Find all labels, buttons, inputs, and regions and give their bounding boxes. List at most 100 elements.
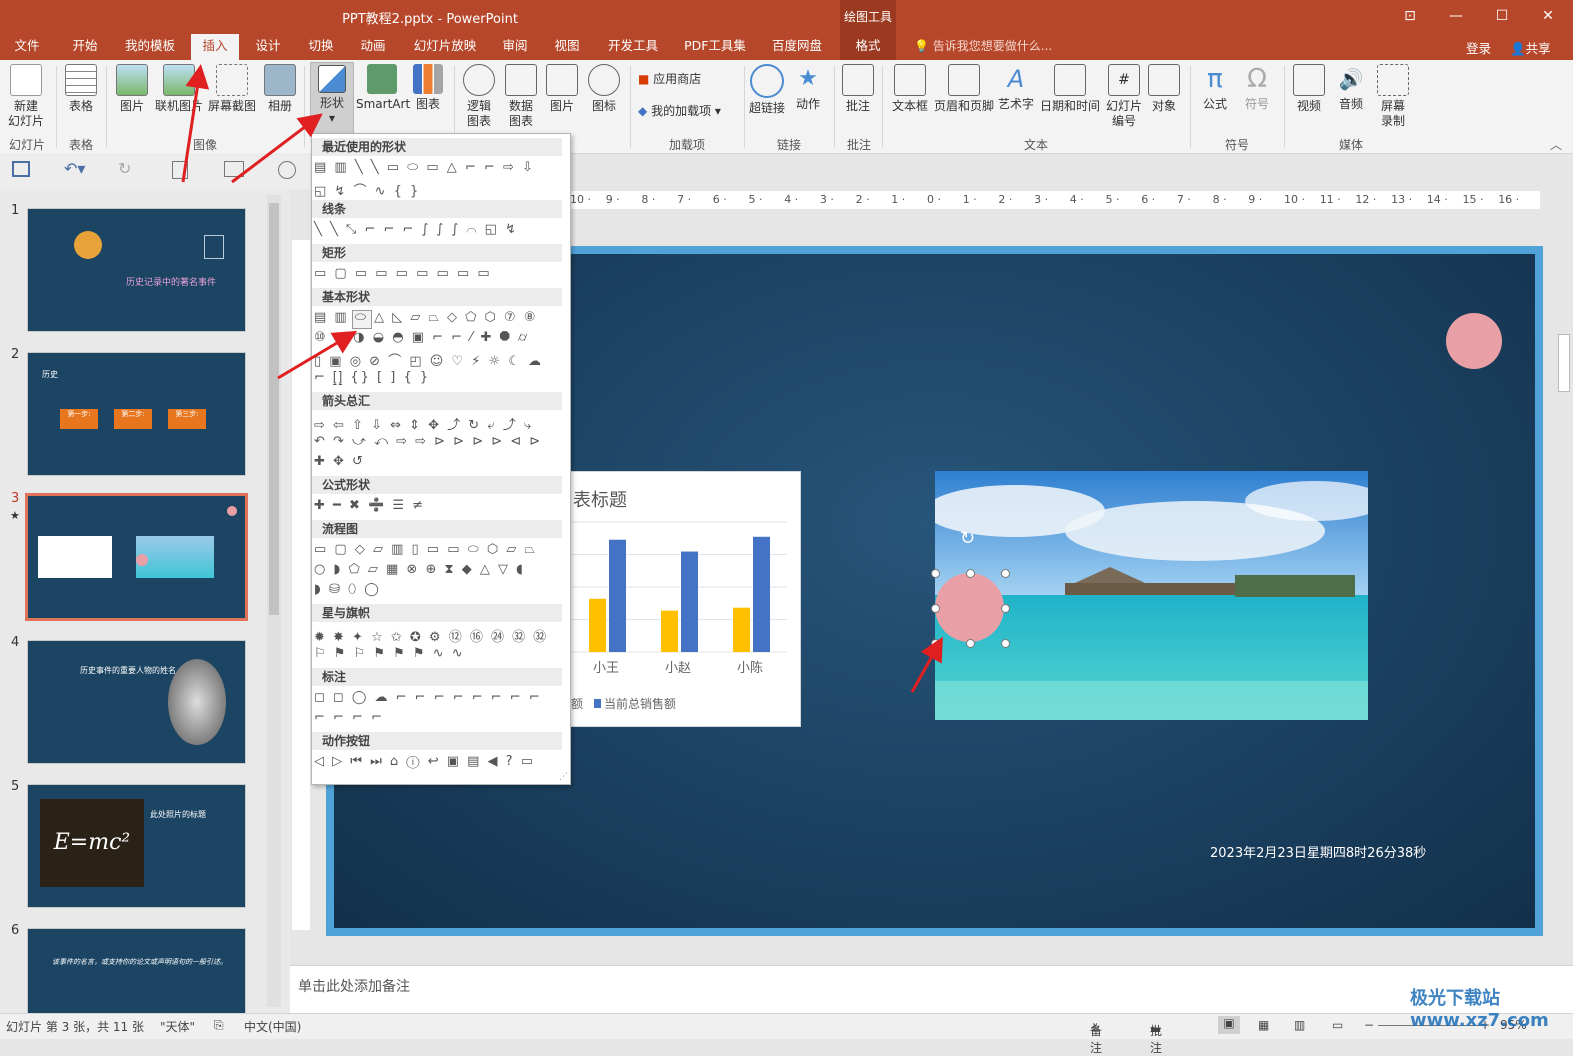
resize-handle[interactable] — [1001, 569, 1010, 578]
spellcheck-icon[interactable]: ⎘ — [214, 1018, 224, 1033]
resize-handle[interactable] — [931, 569, 940, 578]
data-chart-button[interactable]: 数据 图表 — [502, 64, 540, 129]
maximize-icon[interactable]: ☐ — [1479, 0, 1525, 32]
close-icon[interactable]: ✕ — [1525, 0, 1571, 32]
wordart-button[interactable]: A 艺术字 — [996, 64, 1036, 112]
shapes-row[interactable]: ⑩ ◔ ◑ ◒ ◓ ▣ ⌐ ⌐ ⁄ ✚ ⯃ ⌭ — [314, 330, 529, 345]
shapes-row[interactable]: ⚐ ⚑ ⚐ ⚑ ⚑ ⚑ ∿ ∿ — [314, 646, 465, 661]
tab-design[interactable]: 设计 — [246, 34, 290, 60]
tab-slideshow[interactable]: 幻灯片放映 — [407, 34, 483, 60]
shapes-gallery-dropdown[interactable]: 最近使用的形状 ▤ ▥ ╲ ╲ ▭ ⬭ ▭ △ ⌐ ⌐ ⇨ ⇩ ◱ ↯ ⌒ ∿ { … — [311, 133, 571, 785]
start-from-beginning-icon[interactable] — [172, 161, 188, 179]
online-picture-button[interactable]: 联机图片 — [152, 64, 206, 114]
hyperlink-button[interactable]: 超链接 — [748, 64, 786, 116]
textbox-button[interactable]: 文本框 — [888, 64, 932, 114]
shapes-row[interactable]: ↶ ↷ ⤻ ⤺ ⇨ ⇨ ⊳ ⊳ ⊳ ⊳ ⊲ ⊳ — [314, 434, 542, 449]
datetime-button[interactable]: 日期和时间 — [1038, 64, 1102, 114]
date-text[interactable]: 2023年2月23日星期四8时26分38秒 — [1210, 842, 1426, 861]
shapes-row[interactable]: ✚ ✥ ↺ — [314, 454, 365, 469]
shapes-row[interactable]: ⌐ ⦋⦌ {} [ ] { } — [314, 370, 430, 385]
redo-icon[interactable]: ↻ — [118, 159, 131, 178]
shapes-row[interactable]: ✹ ✸ ✦ ☆ ✩ ✪ ⚙ ⑫ ⑯ ㉔ ㉜ ㉜ — [314, 626, 548, 645]
symbol-button[interactable]: Ω 符号 — [1238, 64, 1276, 112]
tab-developer[interactable]: 开发工具 — [601, 34, 665, 60]
table-button[interactable]: 表格 — [62, 64, 100, 114]
picture2-button[interactable]: 图片 — [544, 64, 580, 114]
tell-me-box[interactable]: 💡 告诉我您想要做什么... — [914, 37, 1052, 54]
slide-thumbnail-4[interactable]: 历史事件的重要人物的姓名 — [27, 640, 246, 764]
tab-animations[interactable]: 动画 — [351, 34, 395, 60]
oval-shape-highlight[interactable] — [352, 310, 372, 329]
shapes-row[interactable]: ○ ◗ ⬠ ▱ ▦ ⊗ ⊕ ⧗ ◆ △ ▽ ◖ — [314, 562, 525, 577]
action-button[interactable]: ★ 动作 — [790, 64, 826, 112]
tab-my-templates[interactable]: 我的模板 — [118, 34, 182, 60]
textbox-qat-icon[interactable] — [224, 161, 244, 177]
rotate-handle-icon[interactable]: ↻ — [960, 528, 975, 549]
scrollbar-thumb[interactable] — [269, 203, 279, 615]
header-footer-button[interactable]: 页眉和页脚 — [932, 64, 996, 114]
normal-view-icon[interactable]: ▣ — [1218, 1016, 1240, 1034]
tab-transitions[interactable]: 切换 — [299, 34, 343, 60]
album-button[interactable]: 相册 — [262, 64, 298, 114]
resize-handle[interactable] — [931, 604, 940, 613]
undo-icon[interactable]: ↶▾ — [64, 159, 85, 178]
tab-review[interactable]: 审阅 — [495, 34, 535, 60]
shapes-button[interactable]: 形状 ▾ — [310, 62, 354, 134]
shapes-row[interactable]: ◁ ▷ ⏮ ⏭ ⌂ ⓘ ↩ ▣ ▤ ◀ ? ▭ — [314, 754, 535, 769]
slide-number-button[interactable]: # 幻灯片 编号 — [1102, 64, 1146, 129]
tab-format[interactable]: 格式 — [840, 34, 896, 60]
tab-home[interactable]: 开始 — [62, 34, 108, 60]
resize-grip-icon[interactable]: ⋰ — [559, 772, 568, 782]
resize-handle[interactable] — [1001, 639, 1010, 648]
login-link[interactable]: 登录 — [1466, 38, 1491, 57]
shapes-row[interactable]: ◱ ↯ ⌒ ∿ { } — [314, 180, 420, 199]
object-button[interactable]: 对象 — [1146, 64, 1182, 114]
icon-button[interactable]: 图标 — [586, 64, 622, 114]
notes-pane[interactable]: 单击此处添加备注 — [290, 965, 1573, 1014]
scrollbar-thumb[interactable] — [1558, 334, 1570, 392]
chart-object[interactable]: 表标题 小王 小赵 小陈额当前总销售额 — [570, 471, 801, 727]
shapes-row[interactable]: ▤ ▥ ╲ ╲ ▭ ⬭ ▭ △ ⌐ ⌐ ⇨ ⇩ — [314, 160, 535, 175]
my-addins-button[interactable]: ◆ 我的加载项 ▾ — [638, 104, 738, 119]
shapes-row[interactable]: ✚ ━ ✖ ➗ ☰ ≠ — [314, 498, 425, 513]
shapes-row[interactable]: ⌐ ⌐ ⌐ ⌐ — [314, 710, 384, 725]
screen-record-button[interactable]: 屏幕 录制 — [1374, 64, 1412, 129]
slideshow-icon[interactable]: ▭ — [1332, 1018, 1343, 1032]
resize-handle[interactable] — [966, 639, 975, 648]
shapes-row[interactable]: ▭ ▢ ▭ ▭ ▭ ▭ ▭ ▭ ▭ — [314, 266, 492, 281]
tab-baidu-netdisk[interactable]: 百度网盘 — [765, 34, 829, 60]
slide-thumbnail-2[interactable]: 历史 第一步: 第二步: 第三步: — [27, 352, 246, 476]
shapes-row[interactable]: ▯ ▣ ◎ ⊘ ⌒ ◰ ☺ ♡ ⚡ ☼ ☾ ☁ — [314, 350, 543, 369]
new-slide-button[interactable]: 新建 幻灯片 — [2, 64, 50, 129]
slide-thumbnail-3[interactable] — [25, 493, 248, 621]
reading-view-icon[interactable]: ▥ — [1294, 1018, 1305, 1032]
minimize-icon[interactable]: — — [1433, 0, 1479, 32]
equation-button[interactable]: π 公式 — [1196, 64, 1234, 112]
language[interactable]: 中文(中国) — [244, 1018, 301, 1035]
slide-sorter-icon[interactable]: ▦ — [1258, 1018, 1269, 1032]
resize-handle[interactable] — [1001, 604, 1010, 613]
audio-button[interactable]: 🔊 音频 — [1332, 64, 1370, 112]
customize-qat-icon[interactable] — [278, 161, 296, 179]
save-icon[interactable] — [12, 161, 30, 177]
editor-scrollbar[interactable] — [1556, 194, 1570, 940]
slide-thumbnail-5[interactable]: E=mc² 此处照片的标题 — [27, 784, 246, 908]
thumbnail-scrollbar[interactable] — [267, 195, 281, 1007]
shapes-row[interactable]: ◻ ◻ ◯ ☁ ⌐ ⌐ ⌐ ⌐ ⌐ ⌐ ⌐ ⌐ — [314, 690, 542, 705]
video-button[interactable]: 视频 — [1290, 64, 1328, 114]
shapes-row[interactable]: ⇨ ⇦ ⇧ ⇩ ⇔ ⇕ ✥ ⤴ ↻ ⤶ ⤴ ⤷ — [314, 414, 533, 433]
smartart-button[interactable]: SmartArt — [356, 64, 410, 112]
picture-button[interactable]: 图片 — [114, 64, 150, 114]
logic-chart-button[interactable]: 逻辑 图表 — [460, 64, 498, 129]
screenshot-button[interactable]: 屏幕截图 — [206, 64, 258, 114]
tab-insert[interactable]: 插入 — [191, 34, 239, 60]
comment-button[interactable]: 批注 — [840, 64, 876, 114]
ribbon-display-icon[interactable]: ⊡ — [1387, 0, 1433, 32]
shapes-row[interactable]: ╲ ╲ ⤡ ⌐ ⌐ ⌐ ∫ ∫ ∫ ⌒ ◱ ↯ — [314, 222, 518, 237]
pink-circle-shape[interactable] — [1446, 313, 1502, 369]
resize-handle[interactable] — [931, 639, 940, 648]
resize-handle[interactable] — [966, 569, 975, 578]
slide-thumbnail-1[interactable]: 历史记录中的著名事件 — [27, 208, 246, 332]
app-store-button[interactable]: ■ 应用商店 — [638, 72, 728, 87]
slide-thumbnail-6[interactable]: 该事件的名言，或支持你的论文或声明语句的一般引述。 — [27, 928, 246, 1016]
